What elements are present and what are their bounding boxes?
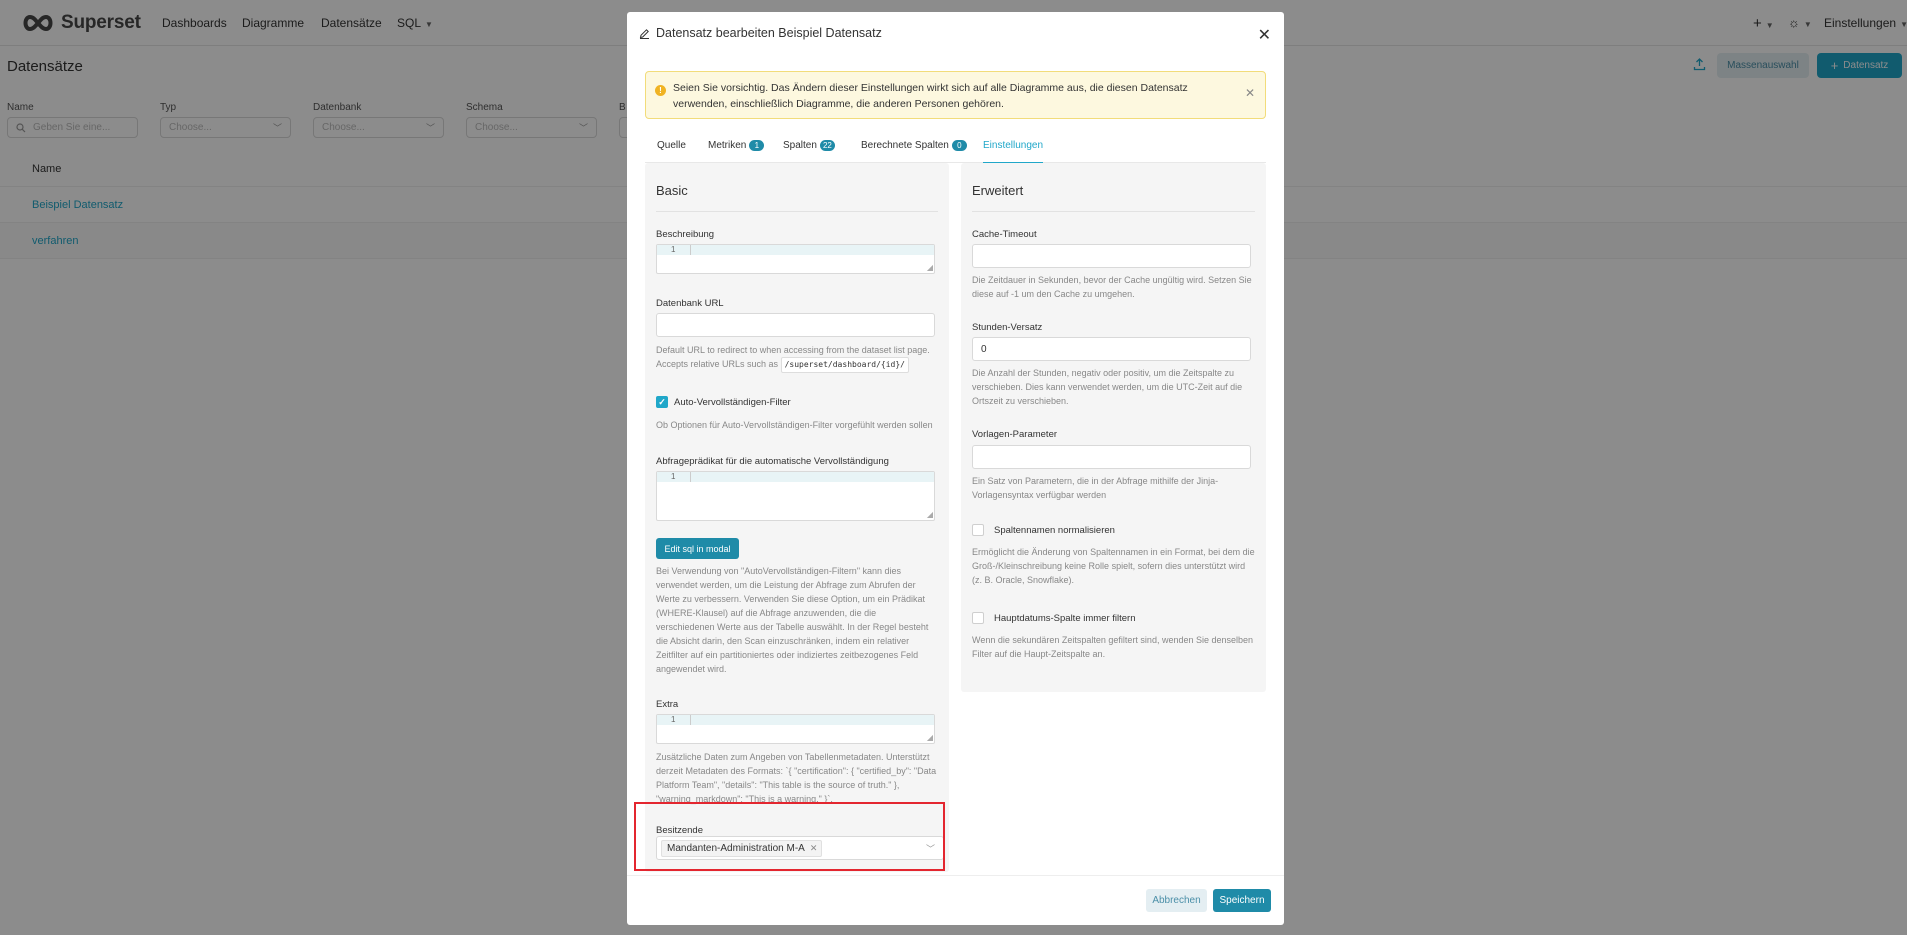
db-url-help: Default URL to redirect to when accessin… [656,343,941,373]
offset-help: Die Anzahl der Stunden, negativ oder pos… [972,368,1243,406]
line-number: 1 [671,245,676,254]
save-button[interactable]: Speichern [1213,889,1271,912]
modal-title: Datensatz bearbeiten Beispiel Datensatz [639,26,882,40]
cache-timeout-label: Cache-Timeout [972,229,1037,240]
warning-alert: ! Seien Sie vorsichtig. Das Ändern diese… [645,71,1266,119]
modal-footer: Abbrechen Speichern [627,875,1284,925]
editor-gutter [690,245,691,255]
resize-handle-icon[interactable]: ◢ [927,264,933,272]
description-editor[interactable]: 1 ◢ [656,244,935,274]
normalize-columns-checkbox[interactable] [972,524,984,536]
line-number: 1 [671,715,676,724]
autocomplete-help: Ob Optionen für Auto-Vervollständigen-Fi… [656,420,933,430]
extra-label: Extra [656,699,679,710]
template-params-label: Vorlagen-Parameter [972,429,1058,440]
basic-panel: Basic Beschreibung 1 ◢ Datenbank URL Def… [645,163,949,872]
warning-icon: ! [655,85,666,96]
tab-source[interactable]: Quelle [657,140,686,151]
extra-help: Zusätzliche Daten zum Angeben von Tabell… [656,752,937,804]
predicate-editor[interactable]: 1 ◢ [656,471,935,521]
tab-calculated-columns[interactable]: Berechnete Spalten 0 [861,140,967,151]
close-icon[interactable]: ✕ [1258,28,1271,44]
tab-settings[interactable]: Einstellungen [983,140,1044,164]
description-label: Beschreibung [656,229,715,240]
tab-label: Metriken [708,140,747,151]
template-params-input[interactable] [972,445,1251,469]
always-filter-help: Wenn die sekundären Zeitspalten gefilter… [972,635,1254,659]
warning-text: Seien Sie vorsichtig. Das Ändern dieser … [673,82,1188,110]
editor-gutter [690,715,691,725]
template-params-help: Ein Satz von Parametern, die in der Abfr… [972,476,1219,500]
advanced-panel: Erweitert Cache-Timeout Die Zeitdauer in… [961,163,1266,692]
cache-timeout-input[interactable] [972,244,1251,268]
cancel-button[interactable]: Abbrechen [1146,889,1207,912]
edit-icon [639,28,649,39]
owners-highlight-box [634,802,945,871]
resize-handle-icon[interactable]: ◢ [927,511,933,519]
count-badge: 22 [819,140,835,151]
db-url-label: Datenbank URL [656,298,724,309]
predicate-help: Bei Verwendung von "AutoVervollständigen… [656,566,929,674]
resize-handle-icon[interactable]: ◢ [927,734,933,742]
count-badge: 1 [749,140,765,151]
tab-columns[interactable]: Spalten 22 [783,140,835,151]
always-filter-checkbox[interactable] [972,612,984,624]
cache-timeout-help: Die Zeitdauer in Sekunden, bevor der Cac… [972,275,1252,299]
autocomplete-label: Auto-Vervollständigen-Filter [674,397,791,408]
edit-dataset-modal: Datensatz bearbeiten Beispiel Datensatz … [627,12,1284,925]
editor-active-line [657,245,934,255]
autocomplete-checkbox[interactable]: ✓ [656,396,668,408]
modal-tabs: Quelle Metriken 1 Spalten 22 Berechnete Sp… [645,127,1266,164]
basic-title: Basic [656,183,688,198]
close-icon[interactable]: ✕ [1245,86,1255,100]
advanced-title: Erweitert [972,183,1024,198]
tab-label: Einstellungen [983,140,1044,151]
divider [972,211,1255,212]
edit-sql-in-modal-button[interactable]: Edit sql in modal [656,538,739,559]
extra-editor[interactable]: 1 ◢ [656,714,935,744]
tab-label: Quelle [657,140,686,151]
editor-active-line [657,715,934,725]
offset-input[interactable]: 0 [972,337,1251,361]
count-badge: 0 [951,140,967,151]
tab-label: Berechnete Spalten [861,140,949,151]
predicate-label: Abfrageprädikat für die automatische Ver… [656,456,889,467]
editor-active-line [657,472,934,482]
line-number: 1 [671,472,676,481]
db-url-input[interactable] [656,313,935,337]
offset-label: Stunden-Versatz [972,322,1043,333]
normalize-columns-label: Spaltennamen normalisieren [994,525,1115,536]
db-url-example: /superset/dashboard/{id}/ [780,357,909,373]
editor-gutter [690,472,691,482]
tab-label: Spalten [783,140,817,151]
tab-metrics[interactable]: Metriken 1 [708,140,765,151]
divider [656,211,938,212]
normalize-columns-help: Ermöglicht die Änderung von Spaltennamen… [972,547,1255,585]
always-filter-label: Hauptdatums-Spalte immer filtern [994,613,1136,624]
modal-title-text: Datensatz bearbeiten Beispiel Datensatz [656,26,882,40]
